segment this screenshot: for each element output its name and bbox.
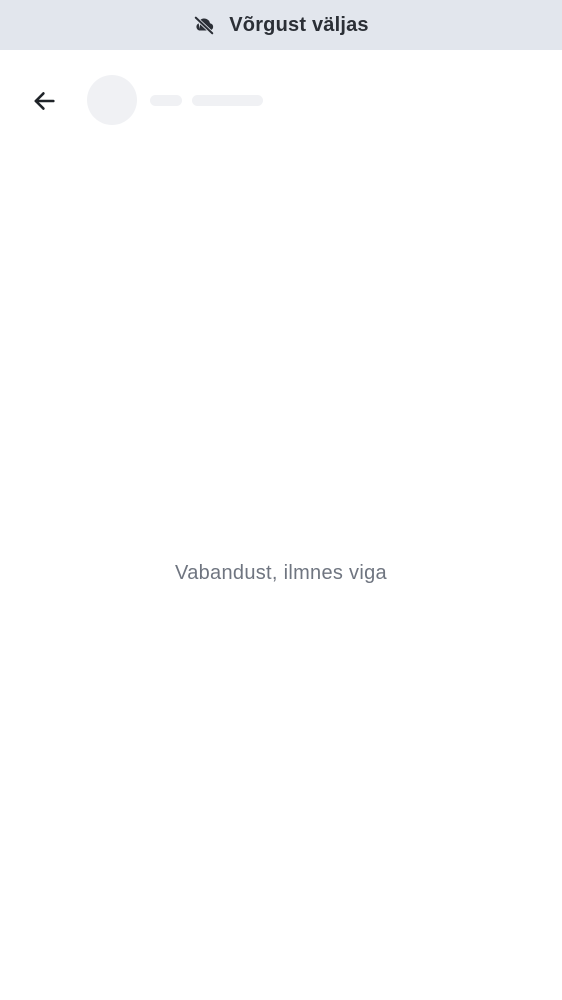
error-screen: Võrgust väljas Vabandust, ilmnes viga (0, 0, 562, 1000)
name-skeleton-short (150, 95, 182, 106)
arrow-back-icon (30, 87, 58, 115)
error-message: Vabandust, ilmnes viga (175, 562, 387, 584)
chat-header (0, 50, 562, 150)
offline-banner-text: Võrgust väljas (229, 13, 369, 36)
avatar-skeleton (87, 75, 137, 125)
back-button[interactable] (28, 85, 60, 117)
name-skeleton-long (192, 95, 263, 106)
offline-banner: Võrgust väljas (0, 0, 562, 50)
cloud-off-icon (193, 14, 215, 36)
